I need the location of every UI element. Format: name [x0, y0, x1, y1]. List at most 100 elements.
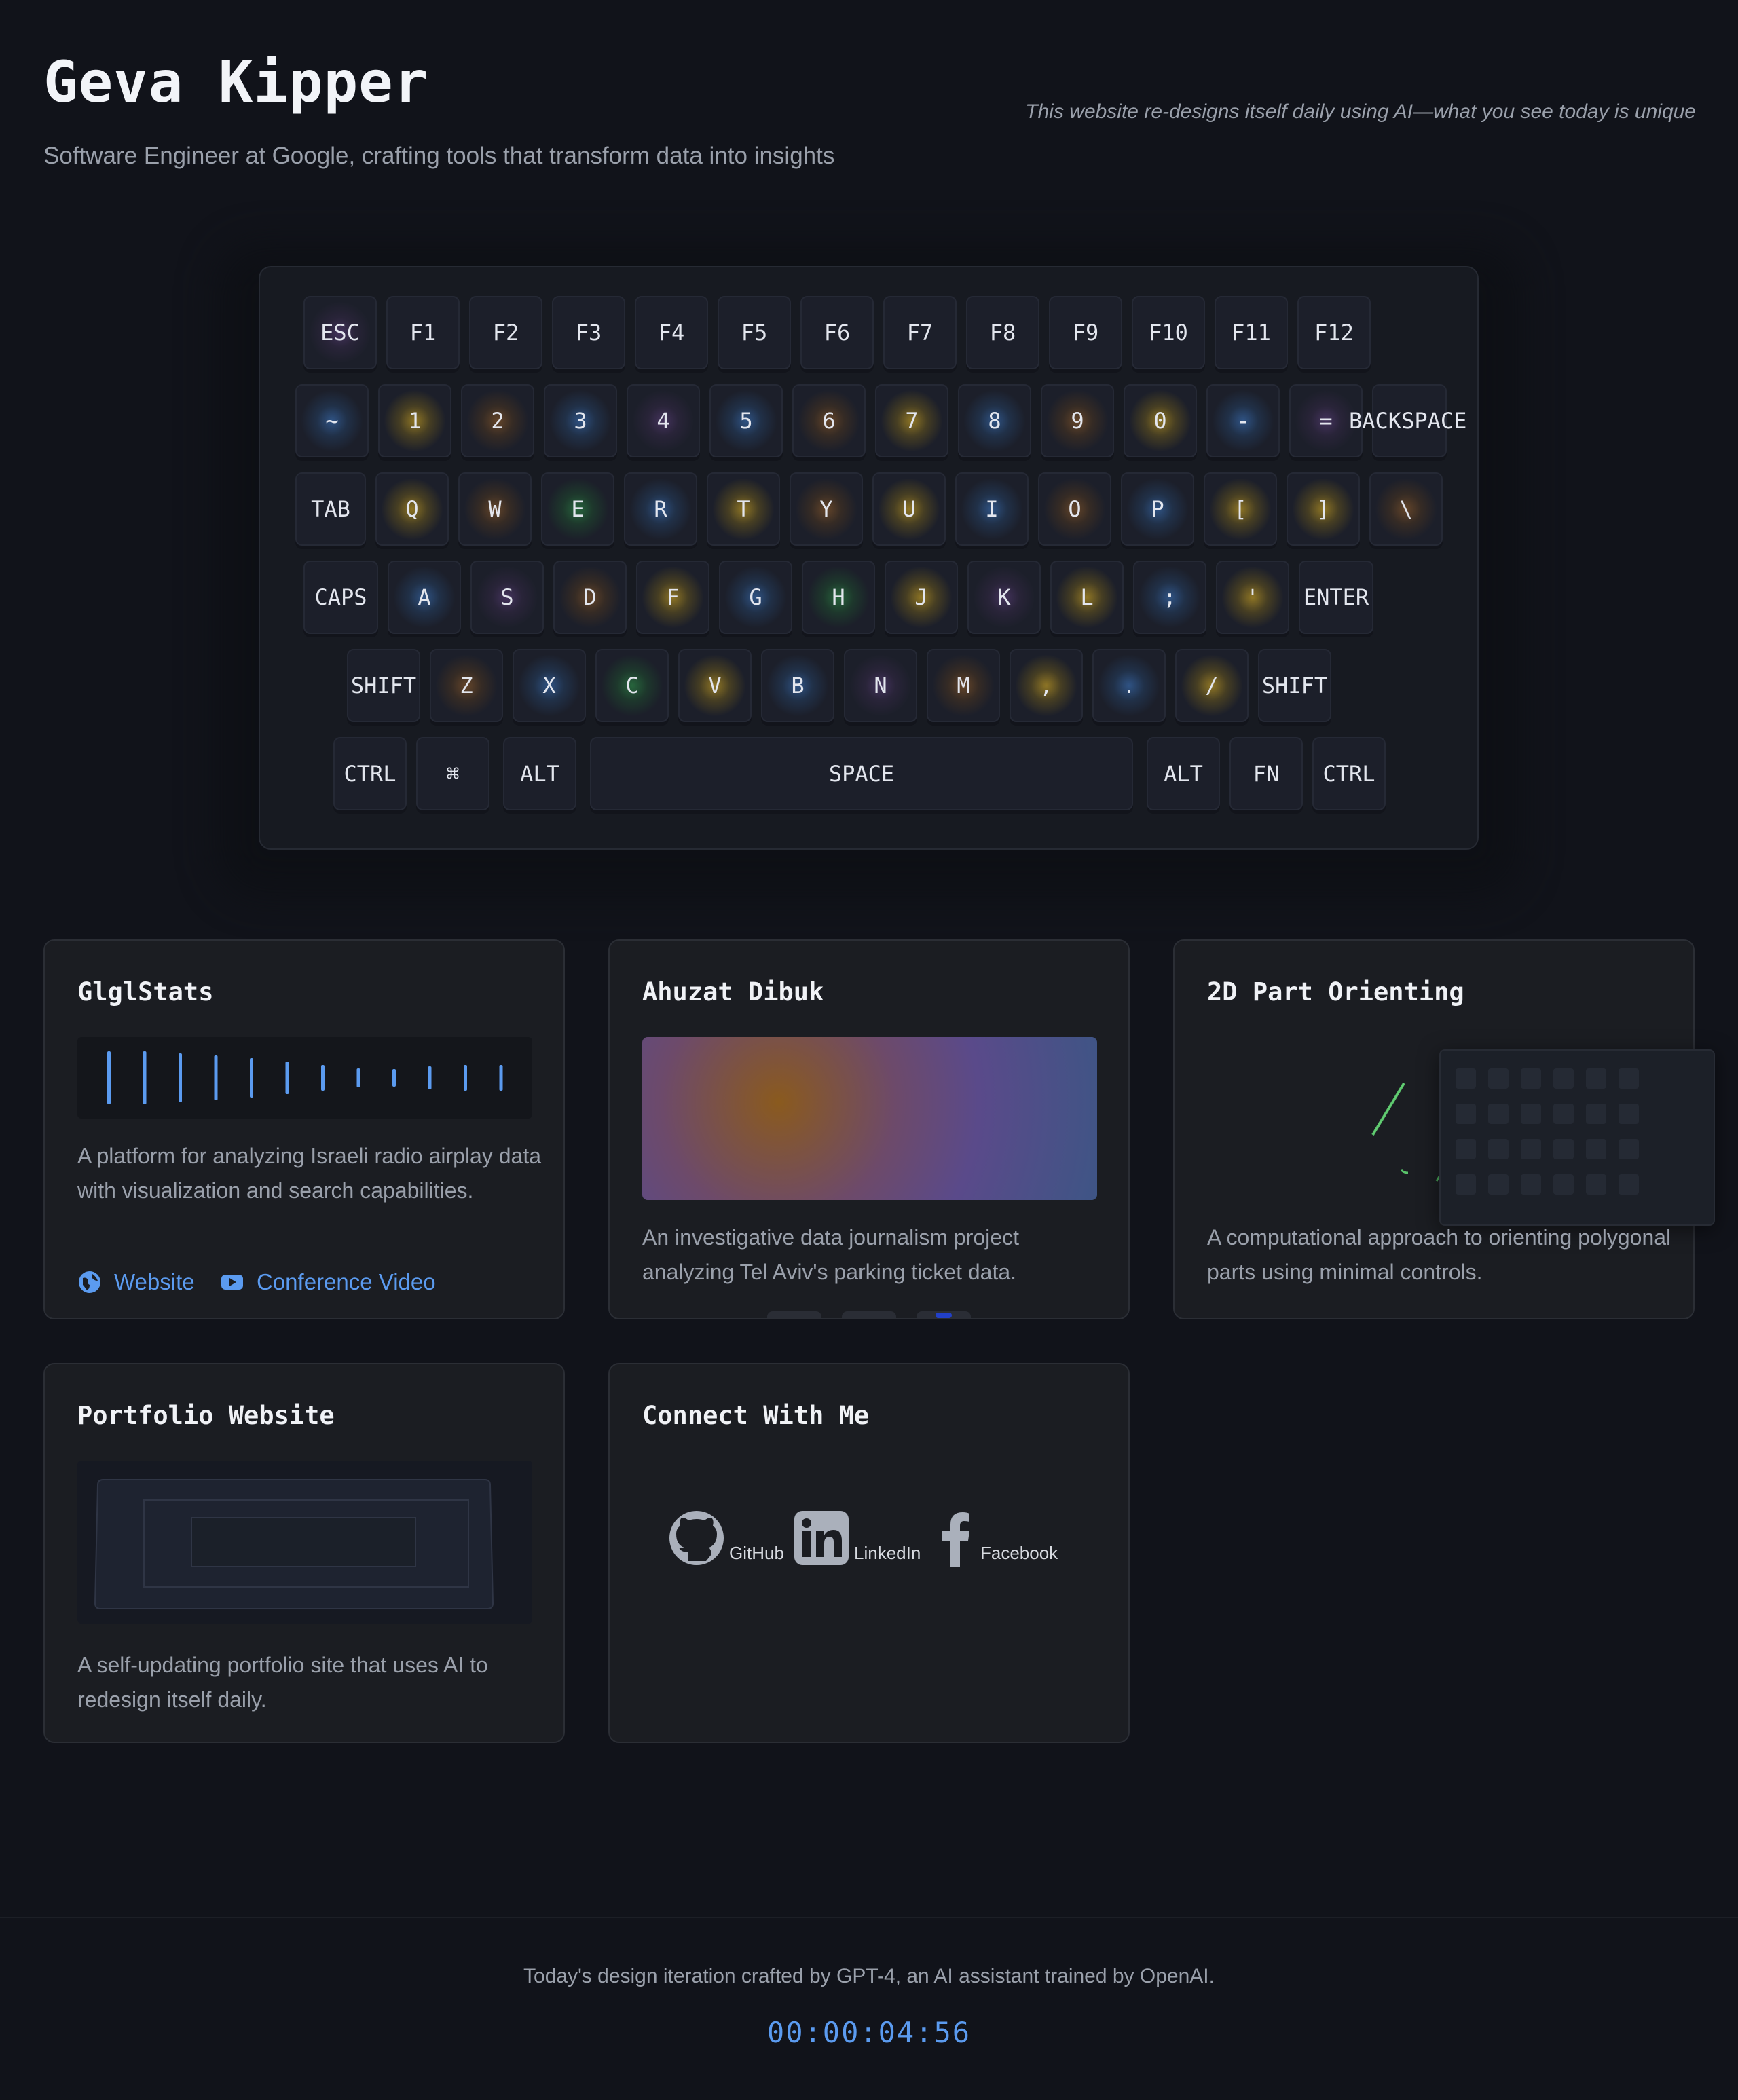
carousel-dot[interactable]	[767, 1311, 821, 1318]
key-1[interactable]: 1	[378, 384, 451, 457]
youtube-icon	[221, 1275, 243, 1290]
key-w[interactable]: W	[458, 472, 532, 546]
key-f8[interactable]: F8	[966, 296, 1039, 369]
key-d[interactable]: D	[553, 561, 627, 634]
key-comma[interactable]: ,	[1010, 649, 1083, 722]
key-s[interactable]: S	[470, 561, 544, 634]
grid-cell	[1586, 1068, 1606, 1089]
key-c[interactable]: C	[595, 649, 669, 722]
key-2[interactable]: 2	[461, 384, 534, 457]
connect-title: Connect With Me	[642, 1401, 870, 1430]
key-f6[interactable]: F6	[800, 296, 874, 369]
key-alt[interactable]: ALT	[503, 737, 576, 810]
key-shift[interactable]: SHIFT	[1258, 649, 1331, 722]
linkedin-label: LinkedIn	[854, 1543, 921, 1563]
key-z[interactable]: Z	[430, 649, 503, 722]
key-esc[interactable]: ESC	[303, 296, 377, 369]
key-y[interactable]: Y	[790, 472, 863, 546]
key-j[interactable]: J	[885, 561, 958, 634]
key-i[interactable]: I	[955, 472, 1029, 546]
key-minus[interactable]: -	[1206, 384, 1280, 457]
key-a[interactable]: A	[388, 561, 461, 634]
project-card-glglstats: GlglStats A platform for analyzing Israe…	[43, 939, 565, 1319]
website-link[interactable]: Website	[77, 1269, 195, 1295]
bar	[285, 1062, 289, 1094]
key-f5[interactable]: F5	[718, 296, 791, 369]
key-8[interactable]: 8	[958, 384, 1031, 457]
key-ctrl[interactable]: CTRL	[333, 737, 407, 810]
bar	[499, 1065, 503, 1091]
key-backspace[interactable]: BACKSPACE	[1349, 384, 1466, 457]
key-0[interactable]: 0	[1124, 384, 1197, 457]
key-slash[interactable]: /	[1175, 649, 1249, 722]
grid-cell	[1553, 1174, 1574, 1195]
key-5[interactable]: 5	[709, 384, 783, 457]
footer-divider	[0, 1917, 1738, 1918]
key-f2[interactable]: F2	[469, 296, 542, 369]
key-f4[interactable]: F4	[635, 296, 708, 369]
key-l[interactable]: L	[1050, 561, 1124, 634]
key-backslash[interactable]: \	[1369, 472, 1443, 546]
key-f1[interactable]: F1	[386, 296, 460, 369]
key-3[interactable]: 3	[544, 384, 617, 457]
grid-cell	[1619, 1139, 1639, 1159]
bar	[143, 1051, 147, 1104]
key-t[interactable]: T	[707, 472, 780, 546]
bar	[464, 1065, 467, 1091]
grid-cell	[1456, 1068, 1476, 1089]
key-quote[interactable]: '	[1216, 561, 1289, 634]
key-k[interactable]: K	[967, 561, 1041, 634]
linkedin-link[interactable]: LinkedIn	[793, 1510, 921, 1567]
key-shift[interactable]: SHIFT	[347, 649, 420, 722]
conference-video-link[interactable]: Conference Video	[220, 1269, 436, 1295]
facebook-link[interactable]: Facebook	[936, 1510, 1058, 1567]
key-n[interactable]: N	[844, 649, 917, 722]
key-m[interactable]: M	[927, 649, 1000, 722]
key-f9[interactable]: F9	[1049, 296, 1122, 369]
key-h[interactable]: H	[802, 561, 875, 634]
key-cmd[interactable]: ⌘	[416, 737, 489, 810]
key-u[interactable]: U	[872, 472, 946, 546]
grid-cell	[1553, 1068, 1574, 1089]
carousel-dot-active[interactable]	[917, 1311, 971, 1318]
github-link[interactable]: GitHub	[668, 1510, 784, 1567]
key-semicolon[interactable]: ;	[1133, 561, 1206, 634]
key-f3[interactable]: F3	[552, 296, 625, 369]
key-f11[interactable]: F11	[1215, 296, 1288, 369]
key-fn[interactable]: FN	[1229, 737, 1303, 810]
key-e[interactable]: E	[541, 472, 614, 546]
bar-visualization	[77, 1037, 532, 1119]
carousel-dot[interactable]	[842, 1311, 896, 1318]
grid-cell	[1553, 1104, 1574, 1124]
key-ctrl[interactable]: CTRL	[1312, 737, 1386, 810]
key-f12[interactable]: F12	[1297, 296, 1371, 369]
key-q[interactable]: Q	[375, 472, 449, 546]
key-r[interactable]: R	[624, 472, 697, 546]
grid-cell	[1521, 1104, 1541, 1124]
key-x[interactable]: X	[513, 649, 586, 722]
key-rbracket[interactable]: ]	[1287, 472, 1360, 546]
key-f7[interactable]: F7	[883, 296, 957, 369]
grid-cell	[1456, 1139, 1476, 1159]
key-enter[interactable]: ENTER	[1299, 561, 1373, 634]
key-alt[interactable]: ALT	[1147, 737, 1220, 810]
key-f10[interactable]: F10	[1132, 296, 1205, 369]
key-o[interactable]: O	[1038, 472, 1111, 546]
project-description: A platform for analyzing Israeli radio a…	[77, 1144, 542, 1203]
key-g[interactable]: G	[719, 561, 792, 634]
key-v[interactable]: V	[678, 649, 752, 722]
key-b[interactable]: B	[761, 649, 834, 722]
key-p[interactable]: P	[1121, 472, 1194, 546]
key-tilde[interactable]: ~	[295, 384, 369, 457]
globe-icon	[79, 1271, 100, 1293]
key-tab[interactable]: TAB	[295, 472, 366, 546]
key-9[interactable]: 9	[1041, 384, 1114, 457]
key-6[interactable]: 6	[792, 384, 866, 457]
key-space[interactable]: SPACE	[590, 737, 1133, 810]
key-lbracket[interactable]: [	[1204, 472, 1277, 546]
key-7[interactable]: 7	[875, 384, 948, 457]
key-4[interactable]: 4	[627, 384, 700, 457]
key-caps[interactable]: CAPS	[303, 561, 378, 634]
key-f[interactable]: F	[636, 561, 709, 634]
key-period[interactable]: .	[1092, 649, 1166, 722]
